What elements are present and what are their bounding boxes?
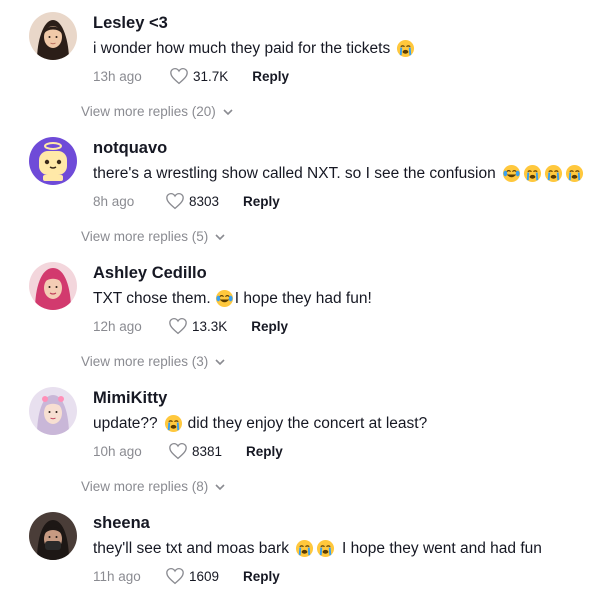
view-more-replies-button[interactable]: View more replies (3) xyxy=(81,354,226,369)
view-more-replies-label: View more replies (5) xyxy=(81,229,209,244)
avatar[interactable] xyxy=(29,387,77,435)
comment-text-part: I hope they had fun! xyxy=(234,289,372,307)
comment-text-part: did they enjoy the concert at least? xyxy=(187,414,428,432)
face-with-tears-of-joy-icon xyxy=(215,289,234,308)
comment-timestamp: 13h ago xyxy=(93,68,142,84)
comment-meta: 10h ago 8381 Reply xyxy=(93,441,283,461)
comment-meta: 12h ago 13.3K Reply xyxy=(93,316,288,336)
like-count: 8303 xyxy=(189,193,220,209)
comment-text-part: update?? xyxy=(93,414,158,432)
loudly-crying-face-icon xyxy=(164,414,183,433)
comment-text-part: i wonder how much they paid for the tick… xyxy=(93,39,391,57)
like-button[interactable]: 8303 xyxy=(165,192,219,210)
view-more-replies-label: View more replies (3) xyxy=(81,354,209,369)
face-with-tears-of-joy-icon xyxy=(502,164,521,183)
like-count: 1609 xyxy=(189,568,220,584)
comment-username[interactable]: sheena xyxy=(93,514,150,533)
loudly-crying-face-icon xyxy=(295,539,314,558)
comment-item: notquavo there's a wrestling show called… xyxy=(0,125,612,250)
avatar[interactable] xyxy=(29,137,77,185)
comment-username[interactable]: MimiKitty xyxy=(93,389,167,408)
like-button[interactable]: 1609 xyxy=(165,567,219,585)
comment-item: Ashley Cedillo TXT chose them. I hope th… xyxy=(0,250,612,375)
like-count: 31.7K xyxy=(193,68,229,84)
view-more-replies-button[interactable]: View more replies (8) xyxy=(81,479,226,494)
avatar-image xyxy=(29,12,77,60)
like-button[interactable]: 13.3K xyxy=(168,317,227,335)
avatar[interactable] xyxy=(29,512,77,560)
like-button[interactable]: 31.7K xyxy=(169,67,228,85)
comment-item: Lesley <3 i wonder how much they paid fo… xyxy=(0,0,612,125)
avatar-image xyxy=(29,262,77,310)
avatar-image xyxy=(29,137,77,185)
comment-timestamp: 8h ago xyxy=(93,193,135,209)
comment-text-part: there's a wrestling show called NXT. so … xyxy=(93,164,496,182)
comment-username[interactable]: notquavo xyxy=(93,139,167,158)
heart-outline-icon xyxy=(170,67,188,85)
comment-text: there's a wrestling show called NXT. so … xyxy=(93,164,585,183)
view-more-replies-button[interactable]: View more replies (5) xyxy=(81,229,226,244)
comment-text: TXT chose them. I hope they had fun! xyxy=(93,289,372,308)
chevron-down-icon xyxy=(215,233,225,240)
avatar-image xyxy=(29,387,77,435)
comment-text-part: I hope they went and had fun xyxy=(341,539,542,557)
like-count: 8381 xyxy=(192,443,223,459)
heart-outline-icon xyxy=(169,442,187,460)
heart-outline-icon xyxy=(166,567,184,585)
like-count: 13.3K xyxy=(192,318,228,334)
comment-timestamp: 11h ago xyxy=(93,568,141,584)
avatar-image xyxy=(29,512,77,560)
loudly-crying-face-icon xyxy=(316,539,335,558)
heart-outline-icon xyxy=(166,192,184,210)
view-more-replies-label: View more replies (20) xyxy=(81,104,216,119)
heart-outline-icon xyxy=(169,317,187,335)
comment-text-part: TXT chose them. xyxy=(93,289,211,307)
comment-meta: 13h ago 31.7K Reply xyxy=(93,66,289,86)
comment-item: sheena they'll see txt and moas bark I h… xyxy=(0,500,612,595)
chevron-down-icon xyxy=(223,108,233,115)
reply-button[interactable]: Reply xyxy=(252,69,289,84)
comment-text: they'll see txt and moas bark I hope the… xyxy=(93,539,542,558)
comment-username[interactable]: Lesley <3 xyxy=(93,14,168,33)
comment-list: Lesley <3 i wonder how much they paid fo… xyxy=(0,0,612,595)
comment-meta: 11h ago 1609 Reply xyxy=(93,566,280,586)
comment-username[interactable]: Ashley Cedillo xyxy=(93,264,207,283)
chevron-down-icon xyxy=(215,358,225,365)
comment-timestamp: 10h ago xyxy=(93,443,142,459)
avatar[interactable] xyxy=(29,262,77,310)
comment-text-part: they'll see txt and moas bark xyxy=(93,539,289,557)
comment-text: i wonder how much they paid for the tick… xyxy=(93,39,416,58)
view-more-replies-label: View more replies (8) xyxy=(81,479,209,494)
chevron-down-icon xyxy=(215,483,225,490)
loudly-crying-face-icon xyxy=(544,164,563,183)
reply-button[interactable]: Reply xyxy=(251,319,288,334)
like-button[interactable]: 8381 xyxy=(168,442,222,460)
comment-meta: 8h ago 8303 Reply xyxy=(93,191,280,211)
reply-button[interactable]: Reply xyxy=(246,444,283,459)
view-more-replies-button[interactable]: View more replies (20) xyxy=(81,104,234,119)
loudly-crying-face-icon xyxy=(523,164,542,183)
avatar[interactable] xyxy=(29,12,77,60)
comment-timestamp: 12h ago xyxy=(93,318,142,334)
comment-text: update?? did they enjoy the concert at l… xyxy=(93,414,427,433)
reply-button[interactable]: Reply xyxy=(243,569,280,584)
reply-button[interactable]: Reply xyxy=(243,194,280,209)
comment-item: MimiKitty update?? did they enjoy the co… xyxy=(0,375,612,500)
loudly-crying-face-icon xyxy=(396,39,415,58)
loudly-crying-face-icon xyxy=(565,164,584,183)
